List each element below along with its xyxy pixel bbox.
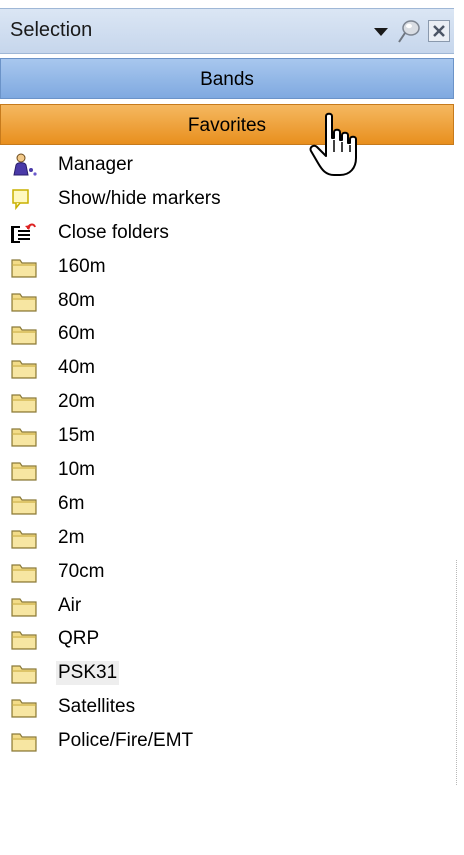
marker-icon xyxy=(12,189,29,211)
list-item-label: Show/hide markers xyxy=(58,187,221,209)
folder-item-psk31[interactable]: PSK31 xyxy=(0,656,454,690)
close-icon[interactable] xyxy=(428,20,450,42)
folder-icon xyxy=(10,424,38,448)
list-item-show-hide-markers[interactable]: Show/hide markers xyxy=(0,182,454,216)
tab-bands-label: Bands xyxy=(200,69,254,90)
folder-item-40m[interactable]: 40m xyxy=(0,351,454,385)
panel-titlebar: Selection xyxy=(0,8,454,54)
folder-item-satellites[interactable]: Satellites xyxy=(0,690,454,724)
folder-icon xyxy=(10,729,38,753)
folder-label: 20m xyxy=(58,391,95,413)
folder-item-6m[interactable]: 6m xyxy=(0,487,454,521)
folder-item-police-fire-emt[interactable]: Police/Fire/EMT xyxy=(0,724,454,758)
folder-label: 60m xyxy=(58,323,95,345)
folder-icon xyxy=(10,255,38,279)
folder-item-20m[interactable]: 20m xyxy=(0,385,454,419)
folder-item-2m[interactable]: 2m xyxy=(0,521,454,555)
folder-icon xyxy=(10,560,38,584)
folder-label: 2m xyxy=(58,526,85,548)
folder-icon xyxy=(10,627,38,651)
folder-label: Satellites xyxy=(58,696,136,718)
folder-icon xyxy=(10,289,38,313)
folder-icon xyxy=(10,458,38,482)
folder-label: 40m xyxy=(58,357,95,379)
folder-item-air[interactable]: Air xyxy=(0,589,454,623)
folder-label: 70cm xyxy=(58,560,105,582)
folder-item-70cm[interactable]: 70cm xyxy=(0,555,454,589)
folder-icon xyxy=(10,492,38,516)
folder-icon xyxy=(10,594,38,618)
folder-icon xyxy=(10,695,38,719)
panel-edge-divider xyxy=(456,560,457,785)
panel-title: Selection xyxy=(10,19,93,41)
folder-item-10m[interactable]: 10m xyxy=(0,453,454,487)
folder-item-60m[interactable]: 60m xyxy=(0,317,454,351)
tab-favorites[interactable]: Favorites xyxy=(0,104,454,145)
folder-icon xyxy=(10,390,38,414)
tab-bands[interactable]: Bands xyxy=(0,58,454,99)
folder-label: PSK31 xyxy=(56,661,120,686)
folder-icon xyxy=(10,661,38,685)
folder-icon xyxy=(10,526,38,550)
pin-icon[interactable] xyxy=(396,17,422,45)
manager-icon xyxy=(13,153,37,176)
list-item-label: Manager xyxy=(58,154,133,175)
folder-label: Police/Fire/EMT xyxy=(58,730,194,752)
folder-label: 6m xyxy=(58,492,85,514)
folder-item-80m[interactable]: 80m xyxy=(0,284,454,318)
folder-icon xyxy=(10,356,38,380)
selection-panel: Selection Bands Favorites Manager Show/h… xyxy=(0,0,456,855)
close-folders-icon xyxy=(11,223,36,243)
folder-label: 15m xyxy=(58,425,95,447)
folder-label: 160m xyxy=(58,255,106,277)
list-item-close-folders[interactable]: Close folders xyxy=(0,216,454,250)
folder-label: QRP xyxy=(58,628,100,650)
folder-label: 10m xyxy=(58,459,95,481)
favorites-list: Manager Show/hide markers Close folders xyxy=(0,148,454,758)
chevron-down-icon[interactable] xyxy=(374,28,388,36)
list-item-label: Close folders xyxy=(58,221,169,243)
folder-item-qrp[interactable]: QRP xyxy=(0,622,454,656)
folder-icon xyxy=(10,322,38,346)
folder-item-15m[interactable]: 15m xyxy=(0,419,454,453)
tab-favorites-label: Favorites xyxy=(187,115,267,136)
folder-label: 80m xyxy=(58,289,95,311)
folder-item-160m[interactable]: 160m xyxy=(0,250,454,284)
list-item-manager[interactable]: Manager xyxy=(0,148,454,182)
folder-list: 160m 80m 60m 40m 20m 15m 10m 6m 2m 70cm Air QRP PSK3… xyxy=(0,250,454,758)
folder-label: Air xyxy=(58,594,82,616)
